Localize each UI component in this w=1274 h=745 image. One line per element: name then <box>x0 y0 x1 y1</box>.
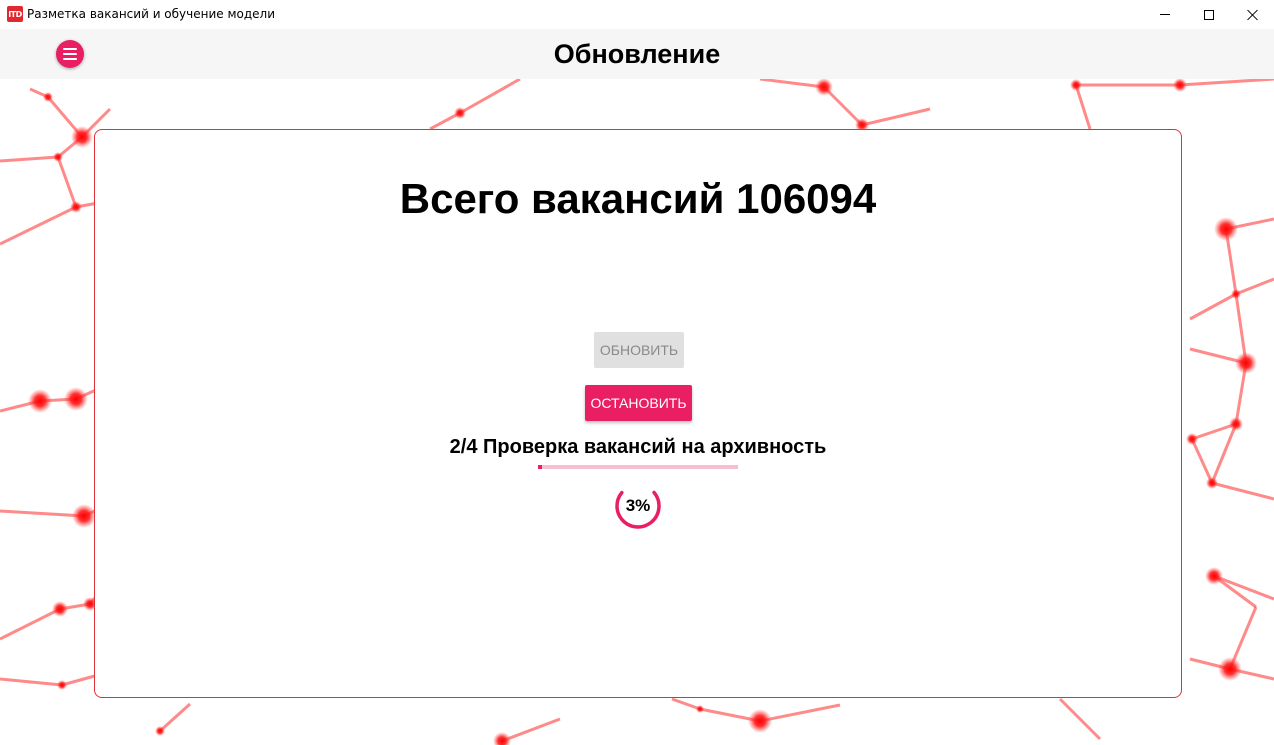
percent-spinner: 3% <box>614 482 662 530</box>
step-status-label: 2/4 Проверка вакансий на архивность <box>449 436 827 458</box>
update-card: Всего вакансий 106094 ОБНОВИТЬ ОСТАНОВИТ… <box>94 129 1182 698</box>
app-header: Обновление <box>0 29 1274 79</box>
maximize-button[interactable] <box>1186 0 1232 29</box>
update-button[interactable]: ОБНОВИТЬ <box>594 332 684 368</box>
minimize-icon <box>1160 14 1170 15</box>
app-logo-icon: ITD <box>7 6 23 22</box>
page-title: Обновление <box>553 39 721 69</box>
step-progress-bar <box>538 465 738 469</box>
window-titlebar: ITD Разметка вакансий и обучение модели <box>0 0 1274 29</box>
step-progress-fill <box>538 465 542 469</box>
maximize-icon <box>1204 9 1214 20</box>
close-button[interactable] <box>1230 0 1274 29</box>
window-title: Разметка вакансий и обучение модели <box>27 7 276 21</box>
close-icon <box>1247 9 1259 21</box>
total-vacancies-heading: Всего вакансий 106094 <box>399 175 877 222</box>
minimize-button[interactable] <box>1142 0 1188 29</box>
percent-label: 3% <box>625 496 651 515</box>
stop-button[interactable]: ОСТАНОВИТЬ <box>585 385 692 421</box>
